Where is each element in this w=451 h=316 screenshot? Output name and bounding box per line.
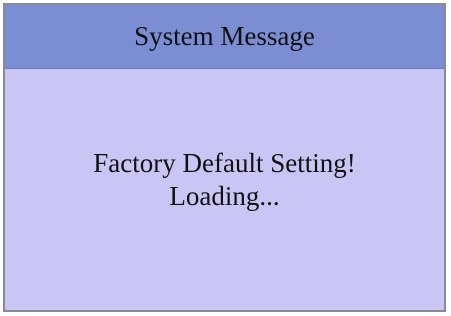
message-line-loading: Loading... <box>169 181 280 211</box>
dialog-title: System Message <box>134 21 315 51</box>
dialog-body: Factory Default Setting! Loading... <box>5 69 444 310</box>
message-line-factory-default: Factory Default Setting! <box>93 148 356 178</box>
system-message-dialog: System Message Factory Default Setting! … <box>3 3 446 312</box>
dialog-title-bar: System Message <box>5 5 444 69</box>
dialog-message: Factory Default Setting! Loading... <box>5 147 444 213</box>
